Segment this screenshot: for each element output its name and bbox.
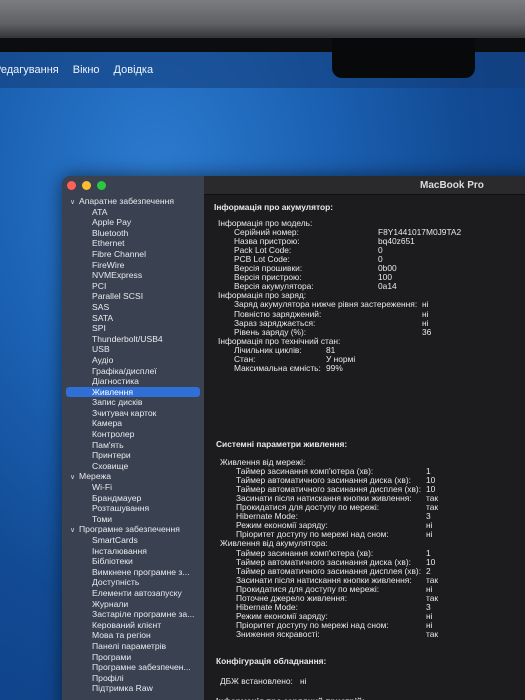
sidebar-item[interactable]: Панелі параметрів <box>62 641 204 652</box>
sidebar-group-label: Апаратне забезпечення <box>79 196 175 206</box>
section-heading: Інформація про акумулятор: <box>214 202 334 212</box>
sidebar-item[interactable]: Журнали <box>62 599 204 610</box>
sidebar-item[interactable]: Підтримка Raw <box>62 683 204 694</box>
field-value: ні <box>300 676 307 686</box>
sidebar-item[interactable]: NVMExpress <box>62 270 204 281</box>
sidebar-item[interactable]: Керований клієнт <box>62 620 204 631</box>
sidebar-item[interactable]: SmartCards <box>62 535 204 546</box>
field-value: 99% <box>326 362 343 373</box>
minimize-button[interactable] <box>82 181 91 190</box>
desktop: Редагування Вікно Довідка ∨ Апаратне забе… <box>0 52 525 700</box>
chevron-down-icon[interactable]: ∨ <box>70 526 79 535</box>
sidebar-item[interactable]: SAS <box>62 302 204 313</box>
sidebar-item[interactable]: Програмне забезпечен... <box>62 662 204 673</box>
sidebar-item[interactable]: Принтери <box>62 450 204 461</box>
title-bar: MacBook Pro <box>204 176 525 195</box>
sidebar-item[interactable]: Fibre Channel <box>62 249 204 260</box>
sidebar-group[interactable]: ∨ Мережа <box>62 471 204 482</box>
sidebar-item[interactable]: Запис дисків <box>62 397 204 408</box>
sidebar-item[interactable]: Бібліотеки <box>62 556 204 567</box>
field-value: 36 <box>422 326 432 337</box>
sidebar-item[interactable]: FireWire <box>62 260 204 271</box>
sidebar-item[interactable]: Живлення <box>66 386 200 398</box>
window-title: MacBook Pro <box>420 180 484 191</box>
field-value: bq40z651 <box>378 236 415 247</box>
sidebar-item[interactable]: Застаріле програмне за... <box>62 609 204 620</box>
chevron-down-icon[interactable]: ∨ <box>70 473 79 482</box>
sidebar-item[interactable]: Елементи автозапуску <box>62 588 204 599</box>
sidebar-item[interactable]: Контролер <box>62 429 204 440</box>
sidebar-item[interactable]: Розташування <box>62 503 204 514</box>
zoom-button[interactable] <box>97 181 106 190</box>
sidebar-item[interactable]: Вимкнене програмне з... <box>62 567 204 578</box>
field-value: 0a14 <box>378 281 397 292</box>
sidebar-item[interactable]: SATA <box>62 313 204 324</box>
menu-help[interactable]: Довідка <box>114 64 154 76</box>
section-heading: Інформація про зарядний пристрій: <box>216 696 365 700</box>
chevron-down-icon[interactable]: ∨ <box>70 198 79 207</box>
field-value: ні <box>426 529 433 540</box>
section-heading: Конфігурація обладнання: <box>216 656 327 666</box>
camera-notch <box>332 38 475 78</box>
sidebar-item[interactable]: Parallel SCSI <box>62 291 204 302</box>
sidebar-item[interactable]: PCI <box>62 281 204 292</box>
field-label: Максимальна ємність: <box>234 362 321 373</box>
sidebar-item[interactable]: ATA <box>62 207 204 218</box>
content-pane: MacBook Pro Інформація про акумулятор: Ін… <box>204 176 525 700</box>
field-label: ДБЖ встановлено: <box>220 676 293 686</box>
sidebar-item[interactable]: Камера <box>62 418 204 429</box>
sidebar-item[interactable]: Діагностика <box>62 376 204 387</box>
sidebar-group[interactable]: ∨ Апаратне забезпечення <box>62 196 204 207</box>
field-label: Зниження яскравості: <box>236 628 320 639</box>
sidebar-item[interactable]: Доступність <box>62 577 204 588</box>
sidebar-group-label: Мережа <box>79 471 112 482</box>
menu-window[interactable]: Вікно <box>73 64 100 76</box>
sidebar-item[interactable]: Зчитувач карток <box>62 408 204 419</box>
sidebar-item[interactable]: Мова та регіон <box>62 630 204 641</box>
sidebar-item[interactable]: Брандмауер <box>62 493 204 504</box>
sidebar-item[interactable]: Thunderbolt/USB4 <box>62 334 204 345</box>
sidebar: ∨ Апаратне забезпечення ATA Apple Pay Blueto… <box>62 176 204 700</box>
sidebar-item[interactable]: Wi-Fi <box>62 482 204 493</box>
sidebar-item[interactable]: Аудіо <box>62 355 204 366</box>
sidebar-item[interactable]: Інсталювання <box>62 546 204 557</box>
sidebar-group-label: Програмне забезпечення <box>79 524 180 535</box>
sidebar-item[interactable]: Профілі <box>62 673 204 684</box>
sidebar-item[interactable]: Пам'ять <box>62 440 204 451</box>
menu-edit[interactable]: Редагування <box>0 64 59 76</box>
sidebar-item[interactable]: USB <box>62 344 204 355</box>
sidebar-item[interactable]: Apple Pay <box>62 217 204 228</box>
sidebar-item[interactable]: Томи <box>62 514 204 525</box>
section-heading: Системні параметри живлення: <box>216 439 348 449</box>
field-value: так <box>426 628 439 639</box>
sidebar-item[interactable]: SPI <box>62 323 204 334</box>
sidebar-group[interactable]: ∨ Програмне забезпечення <box>62 524 204 535</box>
sidebar-item[interactable]: Сховище <box>62 461 204 472</box>
sidebar-item[interactable]: Графіка/дисплеї <box>62 366 204 377</box>
sidebar-item[interactable]: Ethernet <box>62 238 204 249</box>
system-information-window: ∨ Апаратне забезпечення ATA Apple Pay Blueto… <box>62 176 525 700</box>
close-button[interactable] <box>67 181 76 190</box>
sidebar-item[interactable]: Bluetooth <box>62 228 204 239</box>
sidebar-item[interactable]: Програми <box>62 652 204 663</box>
window-controls <box>67 181 106 190</box>
